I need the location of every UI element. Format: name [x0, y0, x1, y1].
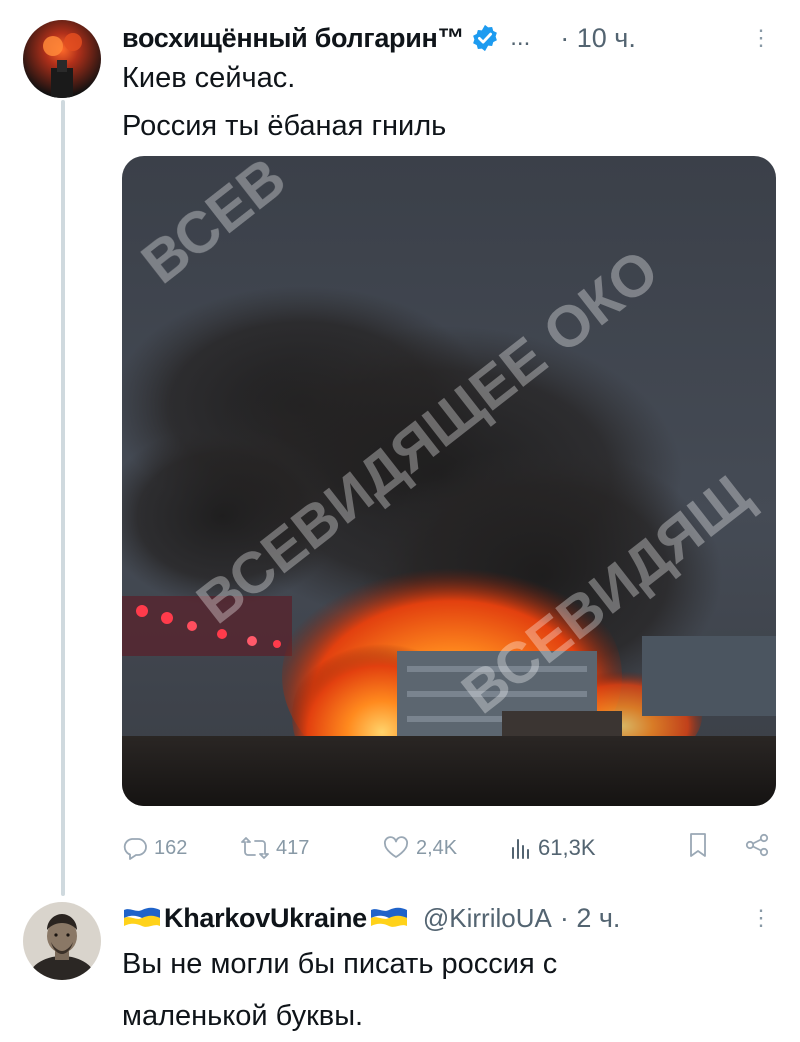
tweet-time[interactable]: · 10 ч.: [560, 23, 636, 54]
retweet-button[interactable]: 417: [240, 836, 382, 860]
ukraine-flag-icon: [122, 905, 162, 927]
reply-icon: [122, 836, 148, 860]
more-icon[interactable]: ⋮: [750, 27, 772, 49]
more-icon[interactable]: ⋮: [750, 907, 772, 929]
tweet-line: Россия ты ёбаная гниль: [122, 110, 447, 142]
tweet-2-header: KharkovUkraine @KirriloUA · 2 ч. ⋮: [122, 898, 772, 938]
views-icon: [510, 836, 532, 860]
reply-count: 162: [154, 836, 188, 859]
like-icon: [382, 836, 410, 860]
like-button[interactable]: 2,4K: [382, 836, 510, 860]
retweet-icon: [240, 836, 270, 860]
share-icon[interactable]: [744, 833, 770, 863]
author-name[interactable]: KharkovUkraine: [122, 903, 409, 934]
ukraine-flag-icon: [369, 905, 409, 927]
avatar-author-2[interactable]: [23, 902, 101, 980]
avatar-author-1[interactable]: [23, 20, 101, 98]
tweet-1-text: Киев сейчас. Россия ты ёбаная гниль: [122, 56, 770, 148]
author-display-name: KharkovUkraine: [164, 902, 367, 933]
reply-button[interactable]: 162: [122, 836, 240, 860]
views-button[interactable]: 61,3K: [510, 835, 650, 861]
bookmark-icon[interactable]: [688, 832, 708, 864]
retweet-count: 417: [276, 836, 310, 859]
verified-badge-icon: [470, 23, 500, 53]
truncation-dots: ...: [510, 24, 531, 51]
tweet-line: Вы не могли бы писать россия с: [122, 948, 558, 980]
thread-connector-line: [61, 100, 65, 896]
author-handle[interactable]: @KirriloUA: [423, 903, 552, 934]
views-count: 61,3K: [538, 835, 596, 860]
author-name[interactable]: восхищённый болгарин™: [122, 23, 465, 54]
tweet-media-image[interactable]: ВСЕВ ВСЕВИДЯЩЕЕ ОКО ВСЕВИДЯЩ: [122, 156, 776, 806]
like-count: 2,4K: [416, 836, 458, 859]
tweet-1-actions: 162 417 2,4K 61,3K: [122, 828, 770, 868]
tweet-line: Киев сейчас.: [122, 62, 296, 94]
tweet-line: маленькой буквы.: [122, 1000, 364, 1032]
tweet-1-header: восхищённый болгарин™ ... · 10 ч. ⋮: [122, 18, 772, 58]
tweet-time[interactable]: · 2 ч.: [560, 903, 621, 934]
tweet-2-text: Вы не могли бы писать россия с маленькой…: [122, 938, 770, 1042]
